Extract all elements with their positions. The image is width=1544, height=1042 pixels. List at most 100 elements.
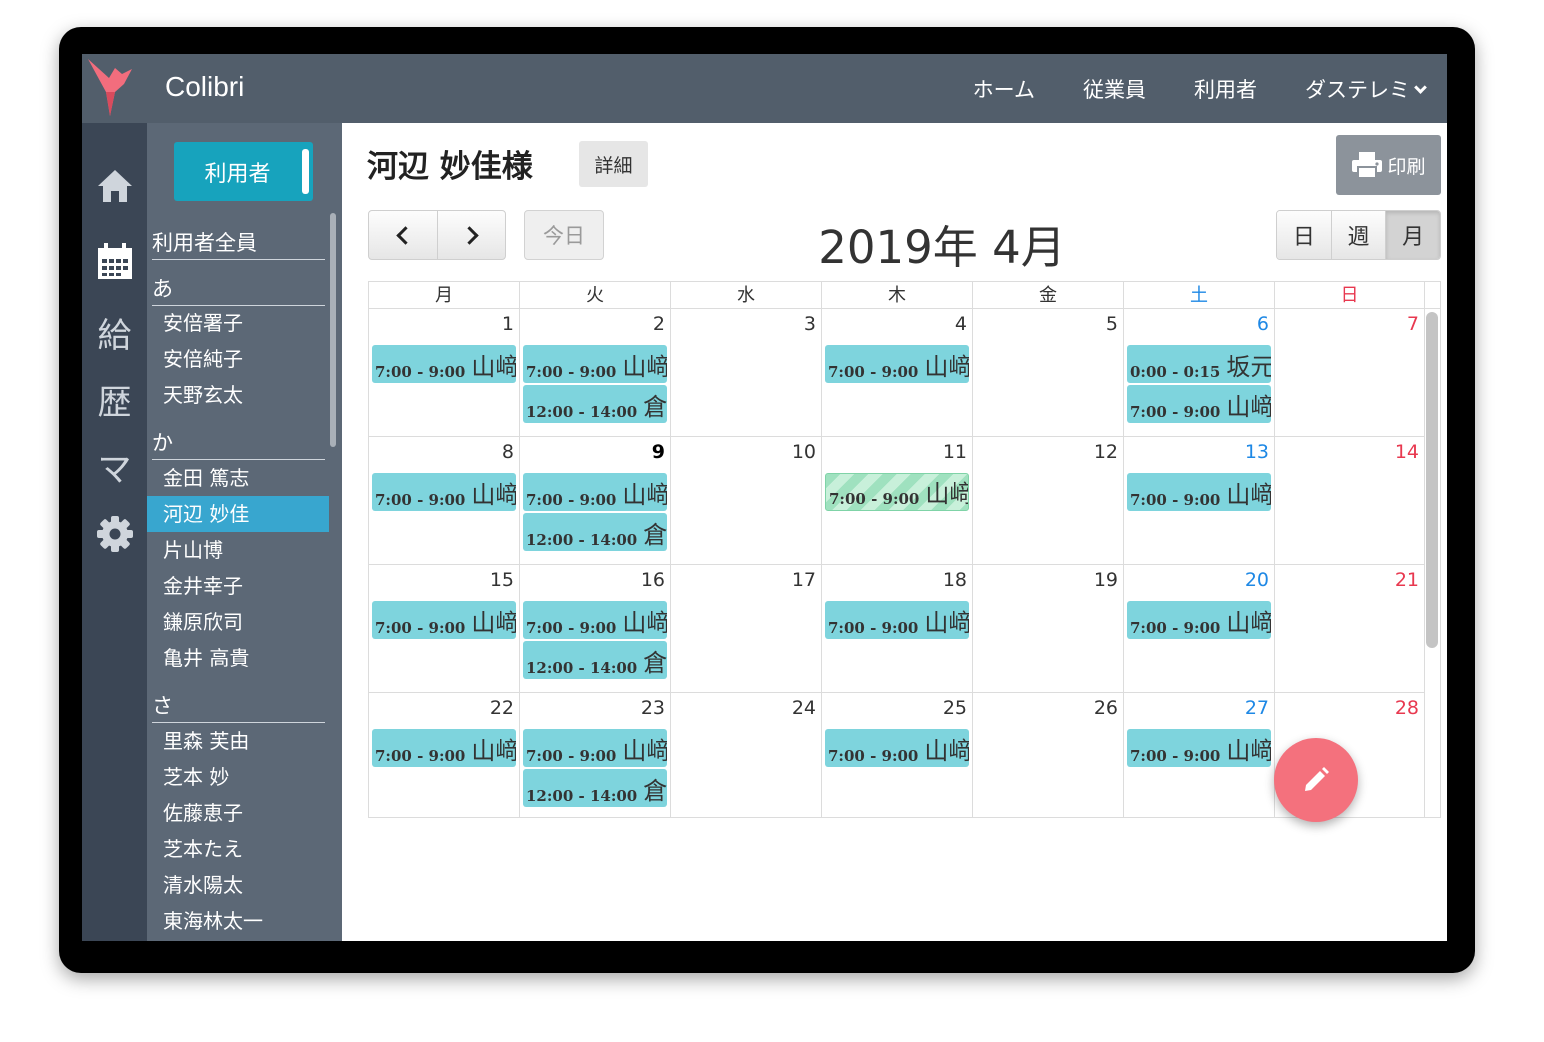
- event-time: 7:00 - 9:00: [375, 747, 466, 765]
- calendar-event[interactable]: 7:00 - 9:00 山﨑: [372, 473, 516, 511]
- day-number: 5: [1105, 313, 1118, 335]
- event-staff: 山﨑: [471, 737, 516, 765]
- list-item[interactable]: 里森 芙由: [147, 723, 329, 759]
- calendar-event[interactable]: 7:00 - 9:00 山﨑: [523, 345, 667, 383]
- calendar-event[interactable]: 12:00 - 14:00 倉: [523, 385, 667, 423]
- rail-master[interactable]: マ: [82, 438, 147, 494]
- calendar-event[interactable]: 12:00 - 14:00 倉: [523, 513, 667, 551]
- list-item[interactable]: 安倍純子: [147, 341, 329, 377]
- rail-settings[interactable]: [82, 506, 147, 562]
- calendar-event[interactable]: 7:00 - 9:00 山﨑: [1127, 473, 1271, 511]
- calendar-event[interactable]: 7:00 - 9:00 山﨑: [825, 729, 969, 767]
- day-cell[interactable]: 12: [973, 437, 1124, 565]
- nav-home[interactable]: ホーム: [973, 74, 1035, 104]
- day-cell[interactable]: 7: [1275, 309, 1425, 437]
- colibri-logo-icon[interactable]: [82, 54, 147, 123]
- list-item[interactable]: 金井幸子: [147, 568, 329, 604]
- day-number: 28: [1394, 697, 1419, 719]
- day-number: 9: [651, 441, 665, 463]
- view-week-button[interactable]: 週: [1330, 211, 1386, 259]
- calendar-event[interactable]: 7:00 - 9:00 山﨑: [523, 473, 667, 511]
- day-cell[interactable]: 16 7:00 - 9:00 山﨑 12:00 - 14:00 倉: [520, 565, 671, 693]
- view-month-button[interactable]: 月: [1385, 211, 1440, 259]
- day-cell[interactable]: 9 7:00 - 9:00 山﨑 12:00 - 14:00 倉: [520, 437, 671, 565]
- day-number: 16: [640, 569, 665, 591]
- event-staff: 倉: [643, 521, 667, 549]
- day-cell[interactable]: 22 7:00 - 9:00 山﨑: [369, 693, 520, 818]
- list-item-selected[interactable]: 河辺 妙佳: [147, 496, 329, 532]
- today-button[interactable]: 今日: [524, 210, 604, 260]
- calendar-event[interactable]: 7:00 - 9:00 山﨑: [825, 601, 969, 639]
- nav-employees[interactable]: 従業員: [1083, 74, 1146, 104]
- day-cell[interactable]: 14: [1275, 437, 1425, 565]
- day-cell[interactable]: 24: [671, 693, 822, 818]
- day-cell[interactable]: 21: [1275, 565, 1425, 693]
- list-item[interactable]: 天野玄太: [147, 377, 329, 413]
- list-item[interactable]: 芝本たえ: [147, 831, 329, 867]
- day-cell[interactable]: 10: [671, 437, 822, 565]
- day-cell[interactable]: 23 7:00 - 9:00 山﨑 12:00 - 14:00 倉: [520, 693, 671, 818]
- chevron-right-icon: [459, 225, 479, 245]
- all-users-item[interactable]: 利用者全員: [152, 227, 325, 260]
- calendar-event[interactable]: 12:00 - 14:00 倉: [523, 641, 667, 679]
- calendar-event[interactable]: 12:00 - 14:00 倉: [523, 769, 667, 807]
- rail-history[interactable]: 歴: [82, 371, 147, 427]
- prev-button[interactable]: [369, 211, 437, 259]
- calendar-event[interactable]: 7:00 - 9:00 山﨑: [1127, 601, 1271, 639]
- day-cell[interactable]: 20 7:00 - 9:00 山﨑: [1124, 565, 1275, 693]
- day-cell[interactable]: 11 7:00 - 9:00 山﨑: [822, 437, 973, 565]
- detail-button[interactable]: 詳細: [579, 141, 648, 187]
- day-cell[interactable]: 13 7:00 - 9:00 山﨑: [1124, 437, 1275, 565]
- calendar-event[interactable]: 7:00 - 9:00 山﨑: [825, 345, 969, 383]
- calendar-event[interactable]: 7:00 - 9:00 山﨑: [523, 601, 667, 639]
- calendar-event[interactable]: 7:00 - 9:00 山﨑: [523, 729, 667, 767]
- day-cell[interactable]: 3: [671, 309, 822, 437]
- day-cell[interactable]: 26: [973, 693, 1124, 818]
- day-cell[interactable]: 5: [973, 309, 1124, 437]
- calendar-scrollbar[interactable]: [1426, 312, 1438, 648]
- calendar-event[interactable]: 7:00 - 9:00 山﨑: [372, 601, 516, 639]
- calendar-event[interactable]: 7:00 - 9:00 山﨑: [1127, 385, 1271, 423]
- view-day-button[interactable]: 日: [1277, 211, 1331, 259]
- day-cell[interactable]: 25 7:00 - 9:00 山﨑: [822, 693, 973, 818]
- main-content: 河辺 妙佳様 詳細 印刷 今日 2019年 4月 日 週 月 月 火 水 木 金…: [342, 123, 1447, 941]
- list-item[interactable]: 亀井 高貴: [147, 640, 329, 676]
- sidebar-scrollbar[interactable]: [330, 213, 336, 447]
- day-cell[interactable]: 6 0:00 - 0:15 坂元 7:00 - 9:00 山﨑: [1124, 309, 1275, 437]
- calendar-event[interactable]: 7:00 - 9:00 山﨑: [825, 473, 969, 511]
- calendar-event[interactable]: 7:00 - 9:00 山﨑: [1127, 729, 1271, 767]
- day-cell[interactable]: 17: [671, 565, 822, 693]
- day-cell[interactable]: 2 7:00 - 9:00 山﨑 12:00 - 14:00 倉: [520, 309, 671, 437]
- list-item[interactable]: 鎌原欣司: [147, 604, 329, 640]
- day-cell[interactable]: 1 7:00 - 9:00 山﨑: [369, 309, 520, 437]
- rail-home[interactable]: [82, 158, 147, 214]
- rail-calendar[interactable]: [82, 233, 147, 289]
- day-cell[interactable]: 18 7:00 - 9:00 山﨑: [822, 565, 973, 693]
- nav-users[interactable]: 利用者: [1194, 74, 1257, 104]
- list-item[interactable]: 東海林太一: [147, 903, 329, 939]
- day-cell[interactable]: 15 7:00 - 9:00 山﨑: [369, 565, 520, 693]
- list-item[interactable]: 芝本 妙: [147, 759, 329, 795]
- day-cell[interactable]: 4 7:00 - 9:00 山﨑: [822, 309, 973, 437]
- edit-fab-button[interactable]: [1274, 738, 1358, 822]
- users-toggle-button[interactable]: 利用者: [174, 142, 313, 201]
- print-button[interactable]: 印刷: [1336, 135, 1441, 195]
- list-item[interactable]: 片山博: [147, 532, 329, 568]
- day-cell[interactable]: 27 7:00 - 9:00 山﨑: [1124, 693, 1275, 818]
- list-item[interactable]: 佐藤恵子: [147, 795, 329, 831]
- brand-name[interactable]: Colibri: [165, 71, 244, 103]
- chevron-left-icon: [396, 225, 415, 245]
- list-item[interactable]: 安倍署子: [147, 305, 329, 341]
- list-item[interactable]: 清水陽太: [147, 867, 329, 903]
- calendar-event[interactable]: 7:00 - 9:00 山﨑: [372, 729, 516, 767]
- weekday-label: 木: [822, 282, 973, 310]
- event-time: 12:00 - 14:00: [526, 531, 638, 549]
- day-cell[interactable]: 8 7:00 - 9:00 山﨑: [369, 437, 520, 565]
- nav-account-menu[interactable]: ダステレミ: [1305, 74, 1427, 104]
- list-item[interactable]: 金田 篤志: [147, 460, 329, 496]
- calendar-event[interactable]: 0:00 - 0:15 坂元: [1127, 345, 1271, 383]
- calendar-event[interactable]: 7:00 - 9:00 山﨑: [372, 345, 516, 383]
- day-cell[interactable]: 19: [973, 565, 1124, 693]
- next-button[interactable]: [437, 211, 505, 259]
- rail-payroll[interactable]: 給: [82, 304, 147, 360]
